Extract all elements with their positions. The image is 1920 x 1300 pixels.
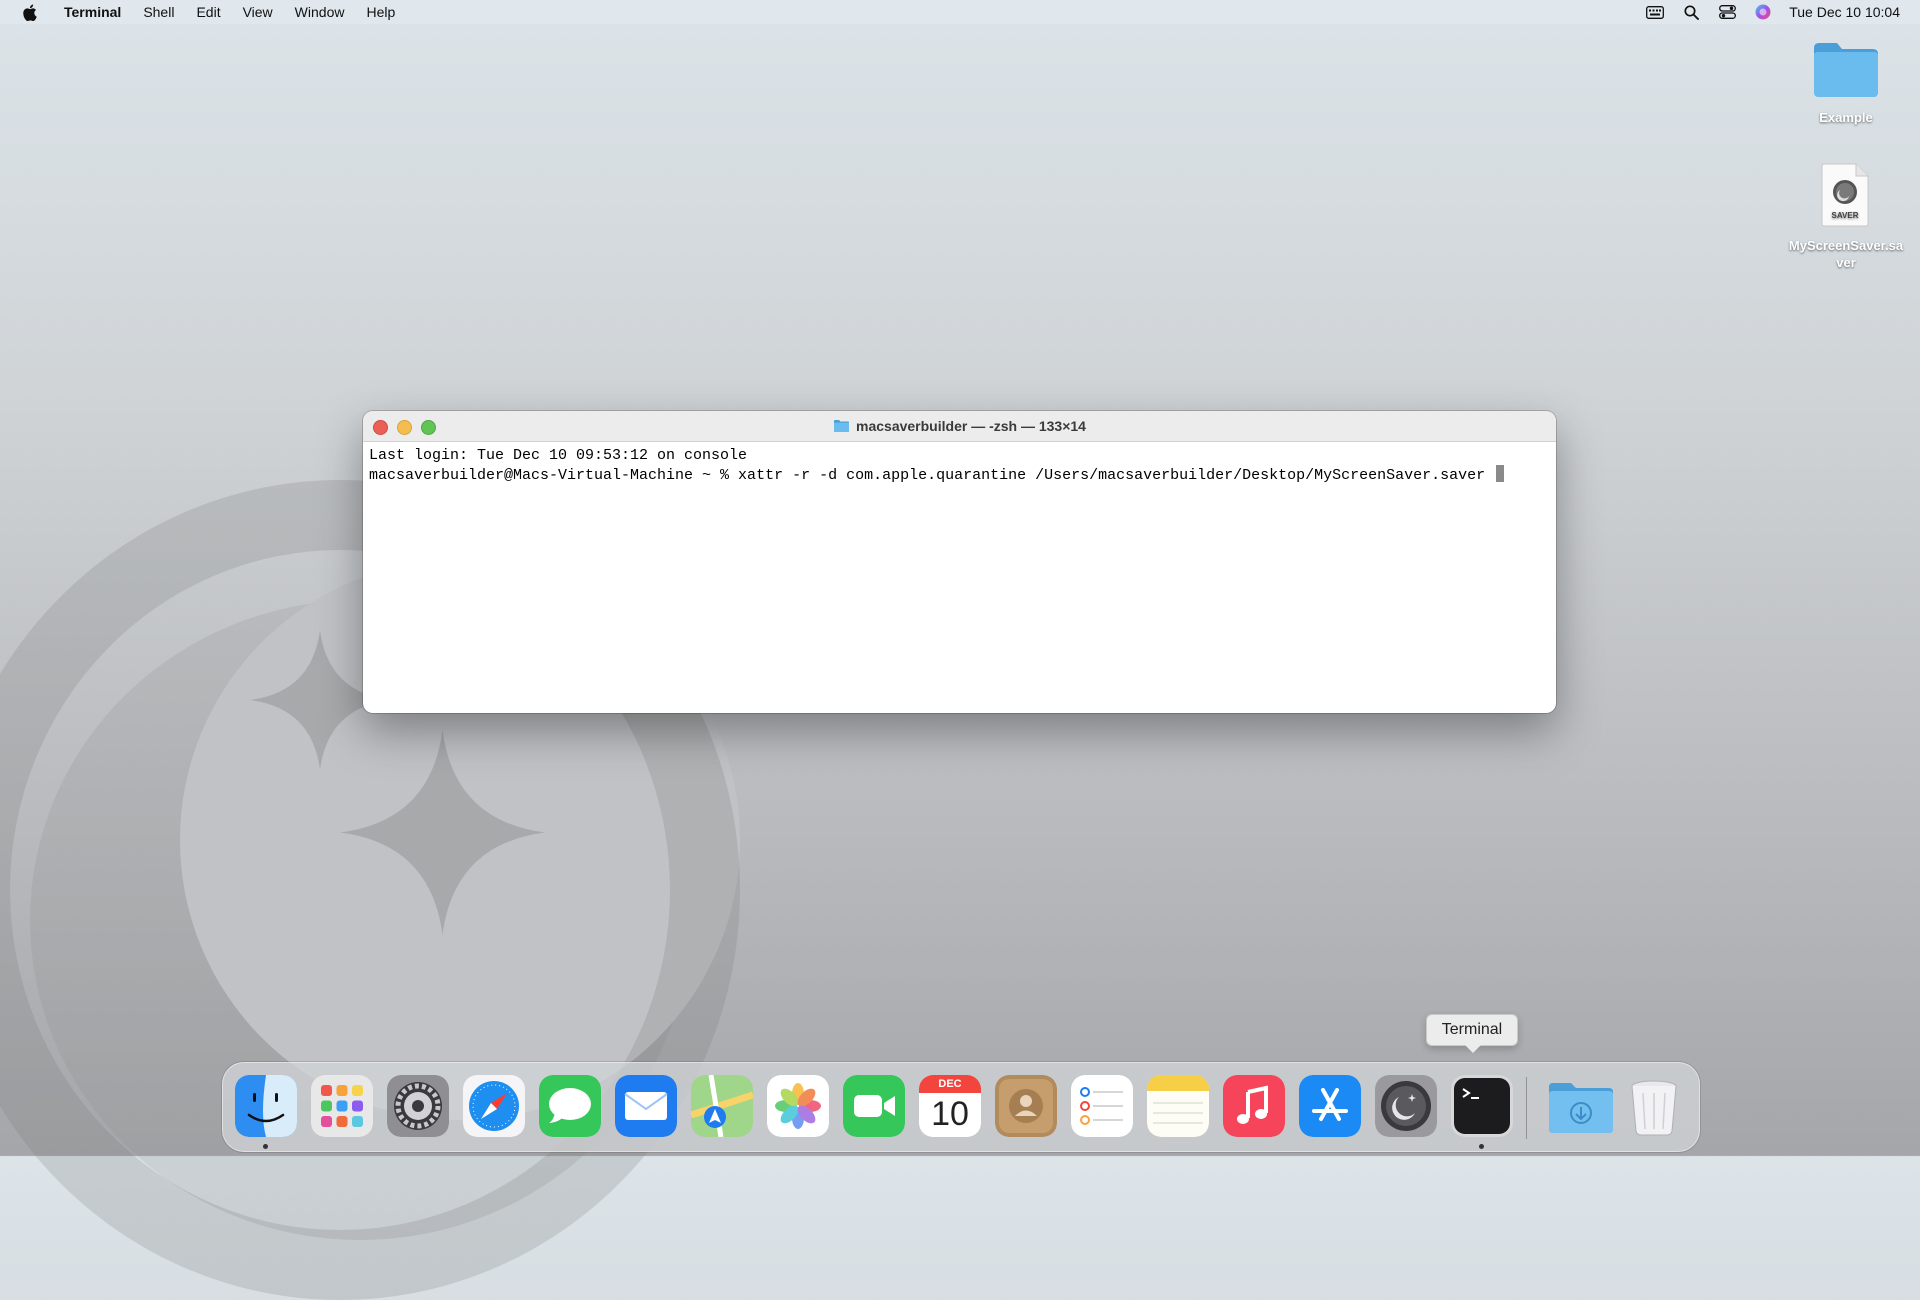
apple-menu-icon[interactable] xyxy=(0,4,53,21)
saver-badge-text: SAVER xyxy=(1832,211,1859,220)
siri-icon[interactable] xyxy=(1745,0,1781,24)
desktop-folder-example[interactable]: Example xyxy=(1786,40,1906,126)
terminal-output[interactable]: Last login: Tue Dec 10 09:53:12 on conso… xyxy=(363,442,1556,489)
terminal-icon xyxy=(1451,1075,1513,1137)
maps-icon xyxy=(691,1075,753,1137)
calendar-day: 10 xyxy=(931,1095,969,1133)
menu-bar: Terminal Shell Edit View Window Help Tue… xyxy=(0,0,1920,24)
app-store-icon xyxy=(1299,1075,1361,1137)
window-title: macsaverbuilder — -zsh — 133×14 xyxy=(856,418,1086,434)
dock-app-store[interactable] xyxy=(1299,1075,1361,1137)
dock-calendar[interactable]: DEC 10 xyxy=(919,1075,981,1137)
menu-view[interactable]: View xyxy=(232,0,284,24)
launchpad-icon xyxy=(311,1075,373,1137)
dock-finder[interactable] xyxy=(235,1075,297,1137)
folder-icon xyxy=(834,420,850,432)
running-indicator xyxy=(263,1144,268,1149)
trash-icon xyxy=(1631,1080,1677,1136)
downloads-folder-icon xyxy=(1549,1083,1613,1133)
close-button[interactable] xyxy=(373,420,388,435)
text-cursor xyxy=(1496,465,1505,482)
input-source-icon[interactable] xyxy=(1637,0,1673,24)
dock-downloads[interactable] xyxy=(1547,1075,1615,1137)
window-titlebar[interactable]: macsaverbuilder — -zsh — 133×14 xyxy=(363,411,1556,442)
music-note-icon xyxy=(1223,1075,1285,1137)
screensaver-moon-icon xyxy=(1375,1075,1437,1137)
dock-notes[interactable] xyxy=(1147,1075,1209,1137)
running-indicator xyxy=(1479,1144,1484,1149)
desktop-icon-label: MyScreenSaver.saver xyxy=(1788,238,1904,270)
zoom-button[interactable] xyxy=(421,420,436,435)
dock-reminders[interactable] xyxy=(1071,1075,1133,1137)
dock: DEC 10 xyxy=(222,1062,1700,1152)
window-controls xyxy=(373,420,436,435)
dock-tooltip: Terminal xyxy=(1426,1014,1518,1053)
terminal-prompt-line[interactable]: macsaverbuilder@Macs-Virtual-Machine ~ %… xyxy=(369,465,1550,485)
envelope-icon xyxy=(615,1075,677,1137)
dock-trash[interactable] xyxy=(1623,1075,1685,1137)
dock-facetime[interactable] xyxy=(843,1075,905,1137)
dock-music[interactable] xyxy=(1223,1075,1285,1137)
control-center-icon[interactable] xyxy=(1709,0,1745,24)
dock-photos[interactable] xyxy=(767,1075,829,1137)
finder-icon xyxy=(235,1075,297,1137)
dock-screen-saver[interactable] xyxy=(1375,1075,1437,1137)
terminal-command: macsaverbuilder@Macs-Virtual-Machine ~ %… xyxy=(369,467,1495,484)
dock-messages[interactable] xyxy=(539,1075,601,1137)
minimize-button[interactable] xyxy=(397,420,412,435)
calendar-month: DEC xyxy=(919,1075,981,1093)
menu-help[interactable]: Help xyxy=(355,0,406,24)
dock-terminal[interactable] xyxy=(1451,1075,1513,1137)
spotlight-search-icon[interactable] xyxy=(1673,0,1709,24)
terminal-window[interactable]: macsaverbuilder — -zsh — 133×14 Last log… xyxy=(363,411,1556,713)
notepad-icon xyxy=(1147,1075,1209,1137)
screensaver-file-icon: SAVER xyxy=(1821,163,1869,227)
dock-maps[interactable] xyxy=(691,1075,753,1137)
menu-clock[interactable]: Tue Dec 10 10:04 xyxy=(1781,4,1920,20)
dock-contacts[interactable] xyxy=(995,1075,1057,1137)
gear-icon xyxy=(387,1075,449,1137)
desktop-icon-label: Example xyxy=(1819,110,1873,125)
dock-separator xyxy=(1526,1077,1527,1139)
wallpaper-star-large xyxy=(340,730,545,935)
menu-app-name[interactable]: Terminal xyxy=(53,0,132,24)
folder-icon xyxy=(1814,43,1878,97)
dock-mail[interactable] xyxy=(615,1075,677,1137)
menu-shell[interactable]: Shell xyxy=(132,0,185,24)
contacts-book-icon xyxy=(995,1075,1057,1137)
dock-system-settings[interactable] xyxy=(387,1075,449,1137)
speech-bubble-icon xyxy=(539,1075,601,1137)
dock-launchpad[interactable] xyxy=(311,1075,373,1137)
checklist-icon xyxy=(1071,1075,1133,1137)
desktop-file-myscreensaver[interactable]: SAVER MyScreenSaver.saver xyxy=(1786,162,1906,271)
terminal-line: Last login: Tue Dec 10 09:53:12 on conso… xyxy=(369,447,748,464)
safari-compass-icon xyxy=(463,1075,525,1137)
photos-flower-icon xyxy=(767,1075,829,1137)
menu-edit[interactable]: Edit xyxy=(185,0,231,24)
dock-safari[interactable] xyxy=(463,1075,525,1137)
menu-window[interactable]: Window xyxy=(284,0,356,24)
video-camera-icon xyxy=(843,1075,905,1137)
